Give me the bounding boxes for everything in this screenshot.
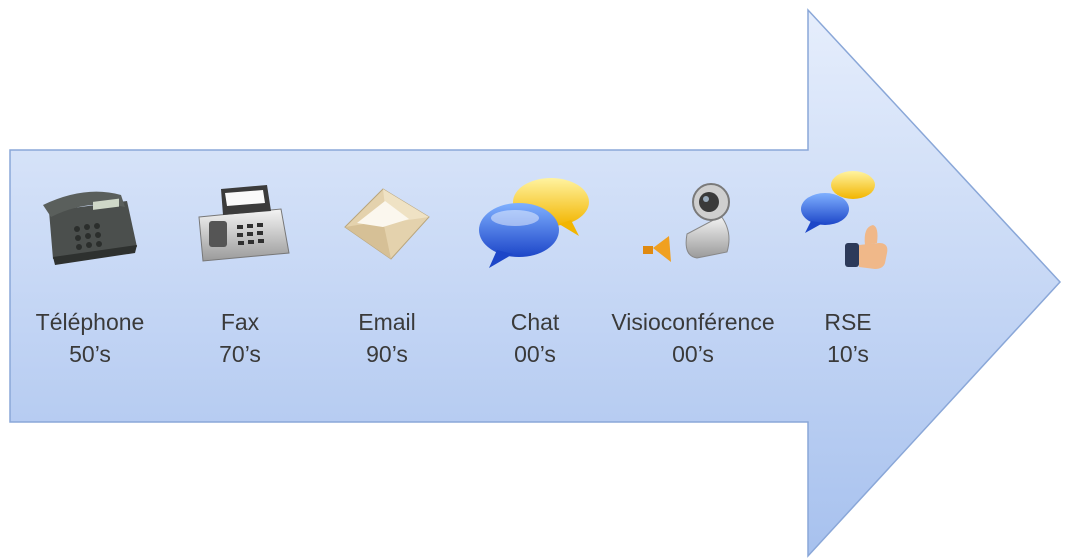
item-era: 90’s <box>366 341 408 367</box>
timeline-diagram: Téléphone 50’s Fax 70’s Email 90’s Chat … <box>0 0 1068 558</box>
envelope-icon <box>344 188 430 260</box>
timeline-item-telephone: Téléphone 50’s <box>5 166 175 370</box>
item-era: 10’s <box>827 341 869 367</box>
item-era: 70’s <box>219 341 261 367</box>
timeline-item-chat: Chat 00’s <box>450 166 620 370</box>
timeline-item-visioconference: Visioconférence 00’s <box>608 166 778 370</box>
timeline-item-fax: Fax 70’s <box>155 166 325 370</box>
fax-icon <box>198 185 290 262</box>
timeline-item-email: Email 90’s <box>302 166 472 370</box>
item-name: RSE <box>824 309 872 335</box>
item-name: Chat <box>510 309 560 335</box>
item-name: Email <box>358 309 416 335</box>
item-name: Visioconférence <box>611 309 775 335</box>
item-name: Téléphone <box>35 309 145 335</box>
item-era: 00’s <box>672 341 714 367</box>
timeline-item-rse: RSE 10’s <box>763 166 933 370</box>
telephone-icon <box>43 191 137 265</box>
social-network-icon <box>801 171 888 269</box>
item-era: 50’s <box>69 341 111 367</box>
chat-bubbles-icon <box>479 178 589 268</box>
webcam-icon <box>643 183 730 262</box>
item-era: 00’s <box>514 341 556 367</box>
item-name: Fax <box>220 309 260 335</box>
